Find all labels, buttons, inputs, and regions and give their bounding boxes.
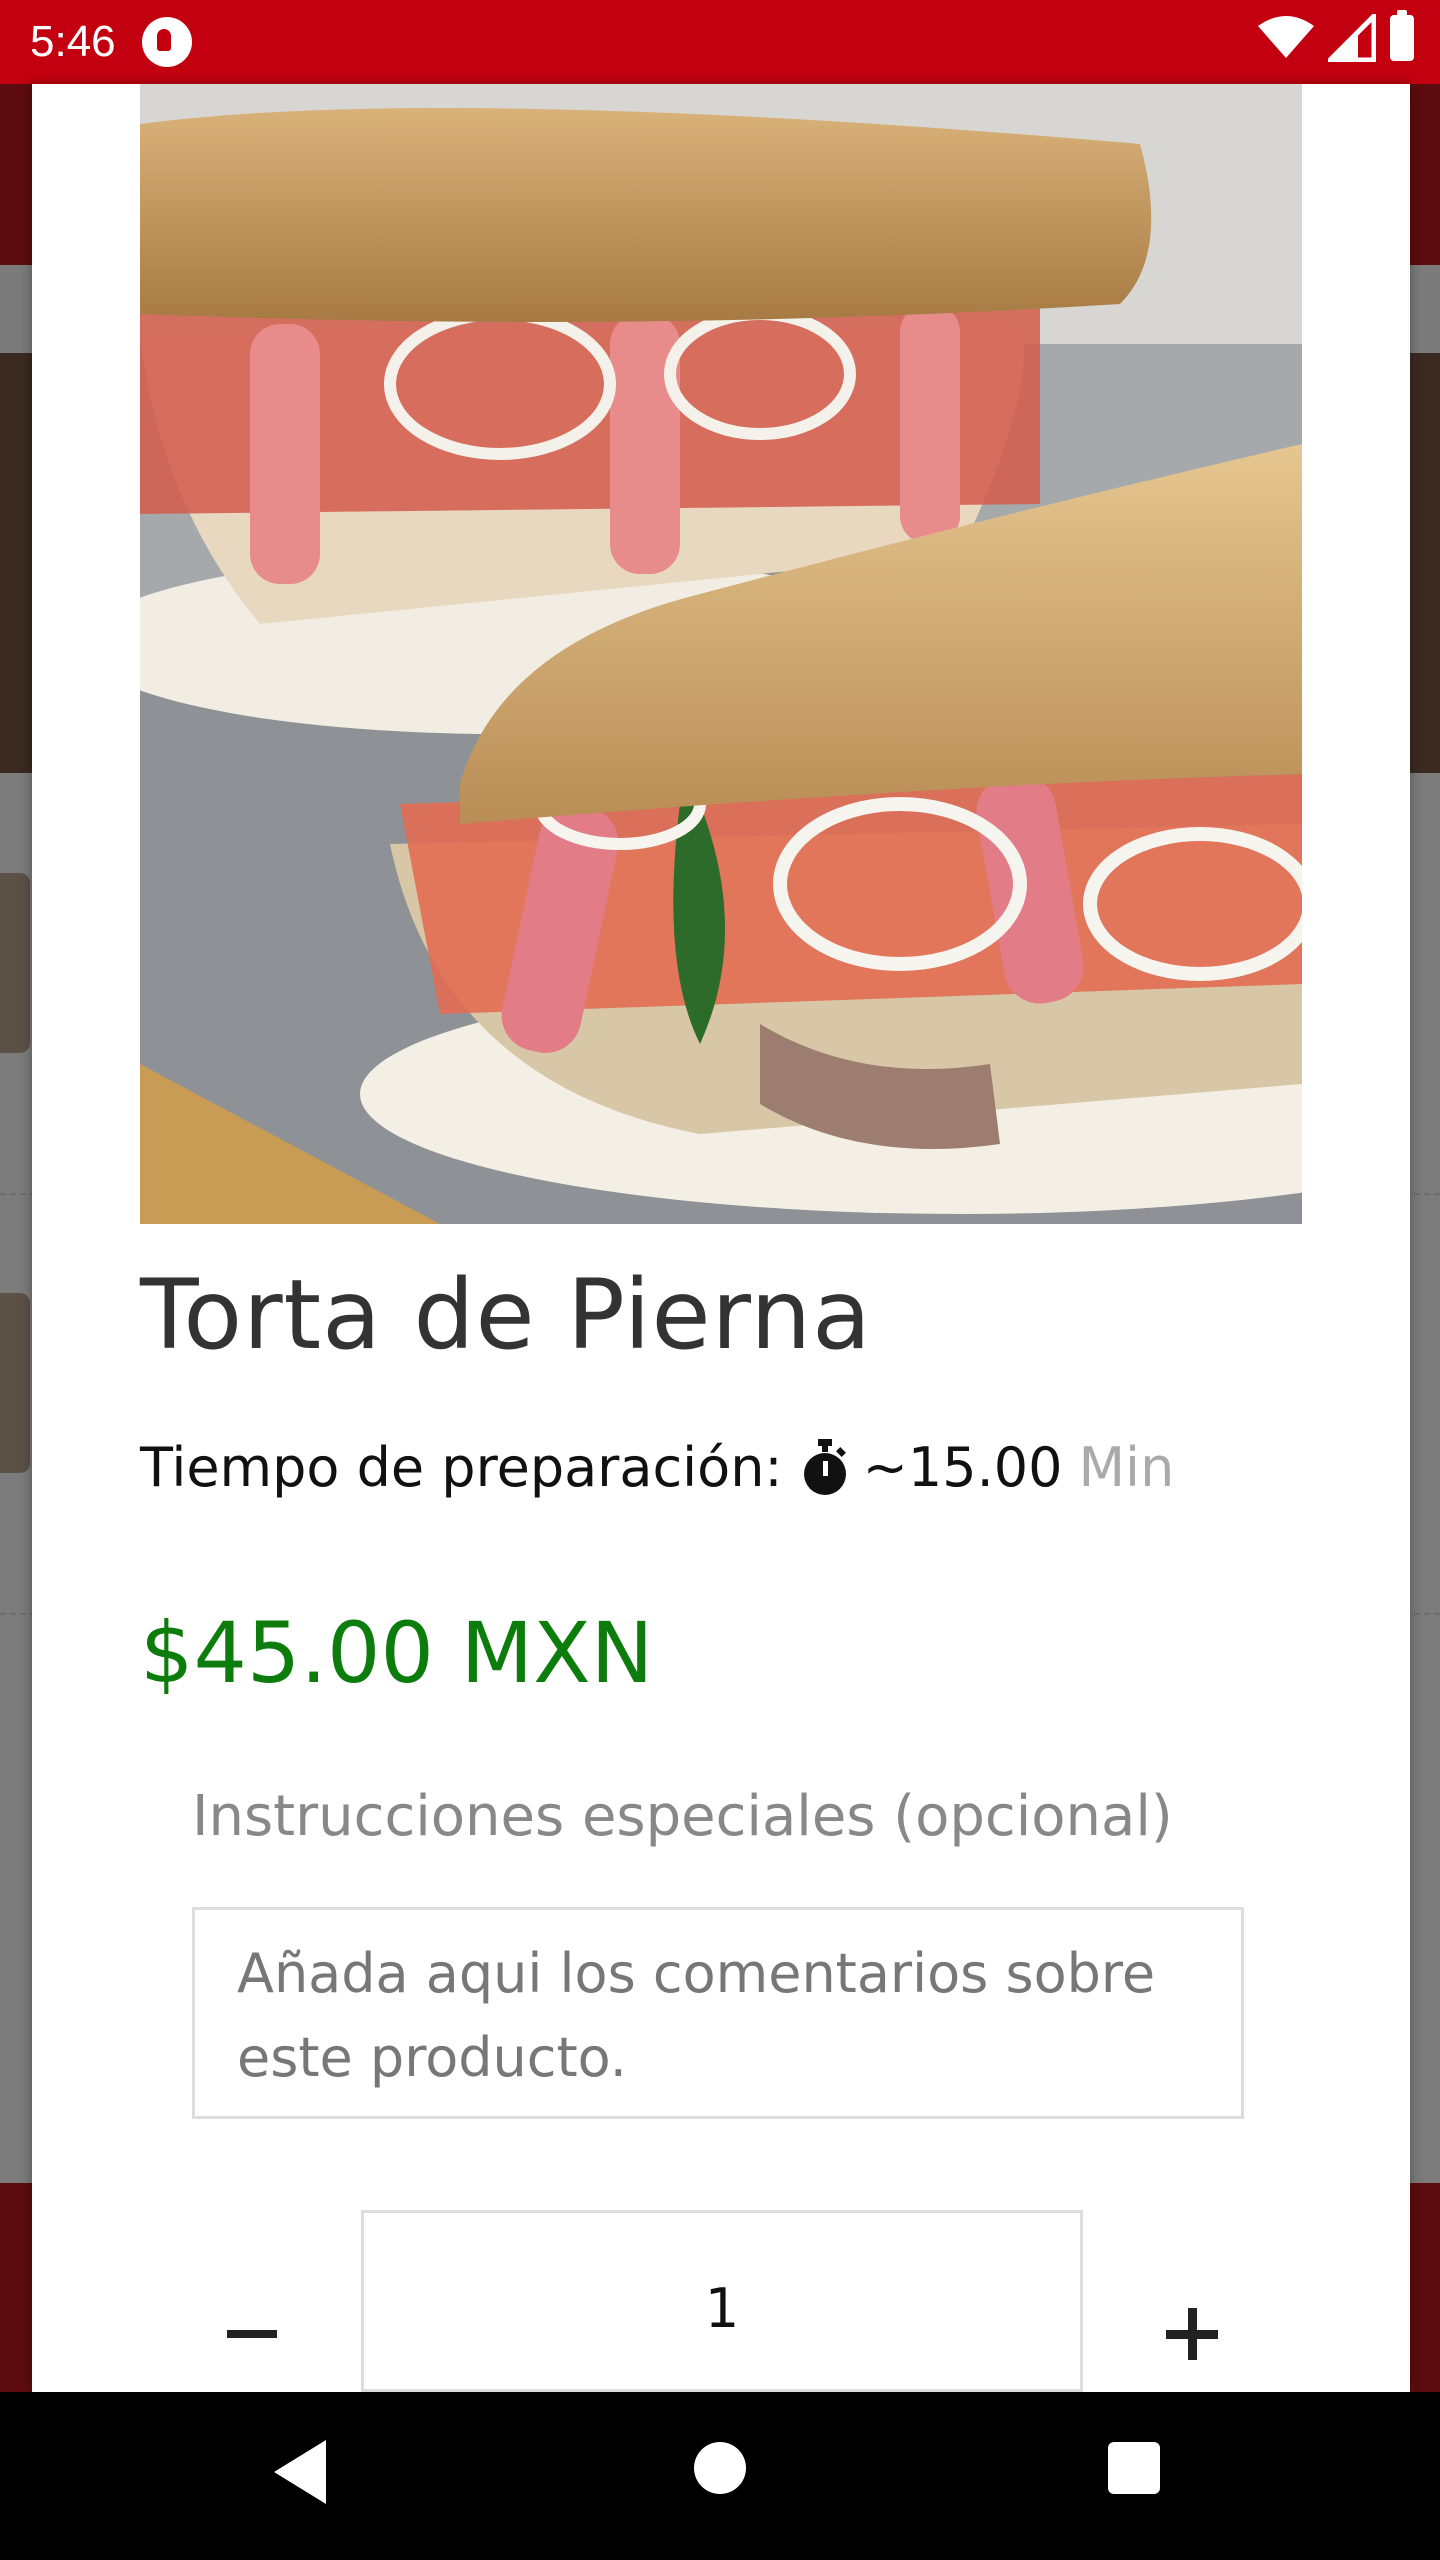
status-time: 5:46: [30, 17, 116, 66]
quantity-input[interactable]: [361, 2210, 1083, 2392]
recents-icon[interactable]: [1108, 2442, 1160, 2494]
prep-time-value: ~15.00: [862, 1436, 1063, 1499]
back-icon[interactable]: [274, 2440, 326, 2504]
status-bar: 5:46: [0, 0, 1440, 84]
home-icon[interactable]: [694, 2442, 746, 2494]
stopwatch-icon: [801, 1438, 849, 1497]
prep-time-row: Tiempo de preparación: ~15.00 Min: [140, 1436, 1174, 1499]
product-dialog: Torta de Pierna Tiempo de preparación: ~…: [32, 84, 1410, 2392]
app-notification-icon: [141, 17, 192, 67]
background-thumbnail: [0, 1293, 30, 1473]
navigation-bar: [0, 2392, 1440, 2560]
special-instructions-label: Instrucciones especiales (opcional): [192, 1784, 1173, 1849]
product-image: [140, 84, 1302, 1224]
product-title: Torta de Pierna: [140, 1259, 872, 1371]
increase-quantity-button[interactable]: [1142, 2284, 1242, 2384]
signal-icon: [1328, 14, 1376, 62]
wifi-icon: [1258, 16, 1314, 58]
product-price: $45.00 MXN: [140, 1604, 654, 1702]
prep-time-label: Tiempo de preparación:: [140, 1436, 783, 1499]
decrease-quantity-button[interactable]: [212, 2294, 292, 2374]
battery-icon: [1390, 10, 1414, 61]
background-thumbnail: [0, 873, 30, 1053]
status-icons: [1258, 10, 1414, 62]
prep-time-unit: Min: [1078, 1436, 1175, 1499]
special-instructions-input[interactable]: [192, 1907, 1244, 2119]
sandwich-photo: [140, 84, 1302, 1224]
